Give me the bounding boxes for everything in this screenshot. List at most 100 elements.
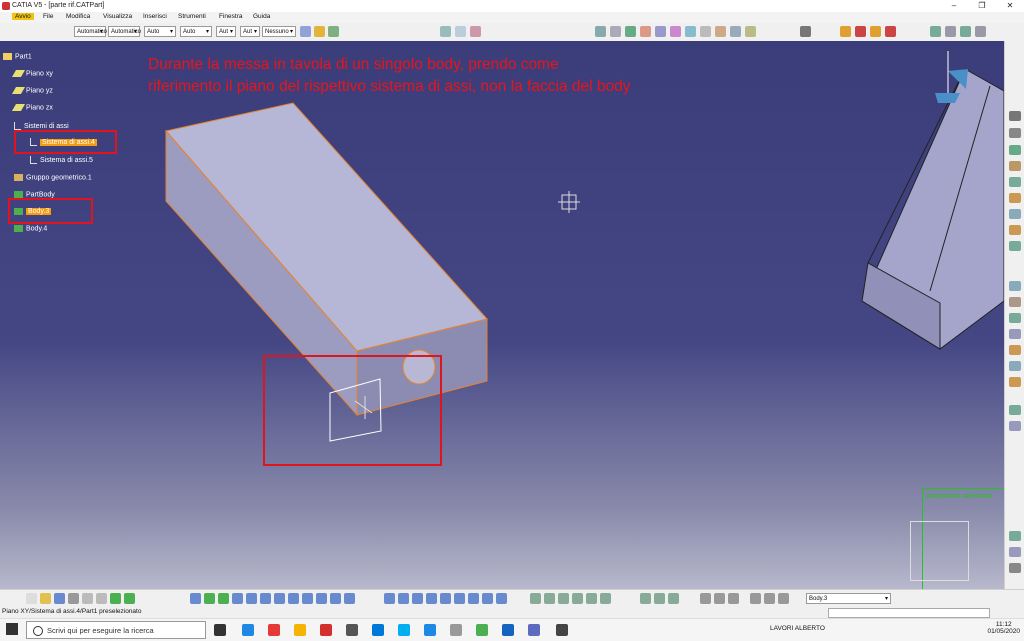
- tool-icon[interactable]: [260, 593, 271, 604]
- tool-icon[interactable]: [930, 26, 941, 37]
- select-6[interactable]: Aut: [240, 26, 260, 38]
- menu-inserisci[interactable]: Inserisci: [143, 13, 167, 20]
- tree-node-axis-systems[interactable]: Sistemi di assi: [14, 122, 69, 130]
- tool-icon[interactable]: [288, 593, 299, 604]
- tool-icon[interactable]: [454, 593, 465, 604]
- task-view-icon[interactable]: [214, 624, 226, 636]
- tool-icon[interactable]: [750, 593, 761, 604]
- tool-icon[interactable]: [1009, 329, 1021, 339]
- tree-node-body4[interactable]: Body.4: [14, 225, 47, 232]
- tool-icon[interactable]: [302, 593, 313, 604]
- tool-icon[interactable]: [840, 26, 851, 37]
- menu-modifica[interactable]: Modifica: [66, 13, 90, 20]
- menu-strumenti[interactable]: Strumenti: [178, 13, 206, 20]
- tool-icon[interactable]: [640, 26, 651, 37]
- tool-icon[interactable]: [572, 593, 583, 604]
- tree-node-plane-yz[interactable]: Piano yz: [11, 87, 53, 94]
- tool-icon[interactable]: [544, 593, 555, 604]
- tool-icon[interactable]: [685, 26, 696, 37]
- tool-icon[interactable]: [1009, 531, 1021, 541]
- tool-icon[interactable]: [384, 593, 395, 604]
- tool-icon[interactable]: [714, 593, 725, 604]
- photos-icon[interactable]: [424, 624, 436, 636]
- save-icon[interactable]: [54, 593, 65, 604]
- tool-icon[interactable]: [1009, 297, 1021, 307]
- copy-icon[interactable]: [96, 593, 107, 604]
- tool-icon[interactable]: [1009, 145, 1021, 155]
- zoom-in-icon[interactable]: [232, 593, 243, 604]
- tool-icon[interactable]: [1009, 128, 1021, 138]
- catia-taskbar-icon[interactable]: [556, 624, 568, 636]
- tool-icon[interactable]: [640, 593, 651, 604]
- windows-start-icon[interactable]: [6, 623, 18, 635]
- app-icon[interactable]: [450, 624, 462, 636]
- calculator-icon[interactable]: [346, 624, 358, 636]
- tool-icon[interactable]: [855, 26, 866, 37]
- tree-node-part1[interactable]: Part1: [3, 53, 32, 60]
- open-icon[interactable]: [40, 593, 51, 604]
- tool-icon[interactable]: [1009, 377, 1021, 387]
- tool-icon[interactable]: [715, 26, 726, 37]
- tool-icon[interactable]: [1009, 361, 1021, 371]
- tree-node-axis-system-5[interactable]: Sistema di assi.5: [30, 156, 93, 164]
- tool-icon[interactable]: [745, 26, 756, 37]
- select-3[interactable]: Auto: [144, 26, 176, 38]
- tool-icon[interactable]: [468, 593, 479, 604]
- tool-icon[interactable]: [344, 593, 355, 604]
- menu-avvio[interactable]: Avvio: [12, 13, 34, 20]
- tool-icon[interactable]: [440, 593, 451, 604]
- tool-icon[interactable]: [1009, 161, 1021, 171]
- teams-icon[interactable]: [528, 624, 540, 636]
- tool-icon[interactable]: [700, 593, 711, 604]
- select-7[interactable]: Nessuno: [262, 26, 296, 38]
- tool-icon[interactable]: [600, 593, 611, 604]
- tool-icon[interactable]: [945, 26, 956, 37]
- tool-icon[interactable]: [110, 593, 121, 604]
- tool-icon[interactable]: [700, 26, 711, 37]
- tool-icon[interactable]: [558, 593, 569, 604]
- tool-icon[interactable]: [314, 26, 325, 37]
- tool-icon[interactable]: [885, 26, 896, 37]
- zoom-out-icon[interactable]: [246, 593, 257, 604]
- tool-icon[interactable]: [1009, 209, 1021, 219]
- command-input[interactable]: [828, 608, 990, 618]
- body-select[interactable]: Body.3: [806, 593, 891, 605]
- tool-icon[interactable]: [764, 593, 775, 604]
- tool-icon[interactable]: [440, 26, 451, 37]
- tool-icon[interactable]: [1009, 281, 1021, 291]
- tool-icon[interactable]: [625, 26, 636, 37]
- tool-icon[interactable]: [300, 26, 311, 37]
- tool-icon[interactable]: [124, 593, 135, 604]
- tool-icon[interactable]: [1009, 563, 1021, 573]
- menu-file[interactable]: File: [43, 13, 53, 20]
- tool-icon[interactable]: [1009, 421, 1021, 431]
- pan-icon[interactable]: [204, 593, 215, 604]
- fly-icon[interactable]: [190, 593, 201, 604]
- chrome-icon[interactable]: [268, 624, 280, 636]
- select-4[interactable]: Auto: [180, 26, 212, 38]
- tool-icon[interactable]: [530, 593, 541, 604]
- menu-visualizza[interactable]: Visualizza: [103, 13, 132, 20]
- tool-icon[interactable]: [778, 593, 789, 604]
- tool-icon[interactable]: [274, 593, 285, 604]
- tree-node-geo-set[interactable]: Gruppo geometrico.1: [14, 174, 92, 181]
- taskbar-search[interactable]: Scrivi qui per eseguire la ricerca: [26, 621, 206, 639]
- select-pointer-icon[interactable]: [800, 26, 811, 37]
- tool-icon[interactable]: [1009, 345, 1021, 355]
- tool-icon[interactable]: [730, 26, 741, 37]
- app-icon[interactable]: [502, 624, 514, 636]
- tool-icon[interactable]: [1009, 405, 1021, 415]
- tool-icon[interactable]: [455, 26, 466, 37]
- tool-icon[interactable]: [610, 26, 621, 37]
- tool-icon[interactable]: [1009, 225, 1021, 235]
- tool-icon[interactable]: [1009, 177, 1021, 187]
- tool-icon[interactable]: [1009, 547, 1021, 557]
- acrobat-icon[interactable]: [320, 624, 332, 636]
- tool-icon[interactable]: [330, 593, 341, 604]
- tool-icon[interactable]: [595, 26, 606, 37]
- tool-icon[interactable]: [728, 593, 739, 604]
- app-icon[interactable]: [476, 624, 488, 636]
- tool-icon[interactable]: [496, 593, 507, 604]
- tool-icon[interactable]: [398, 593, 409, 604]
- tool-icon[interactable]: [655, 26, 666, 37]
